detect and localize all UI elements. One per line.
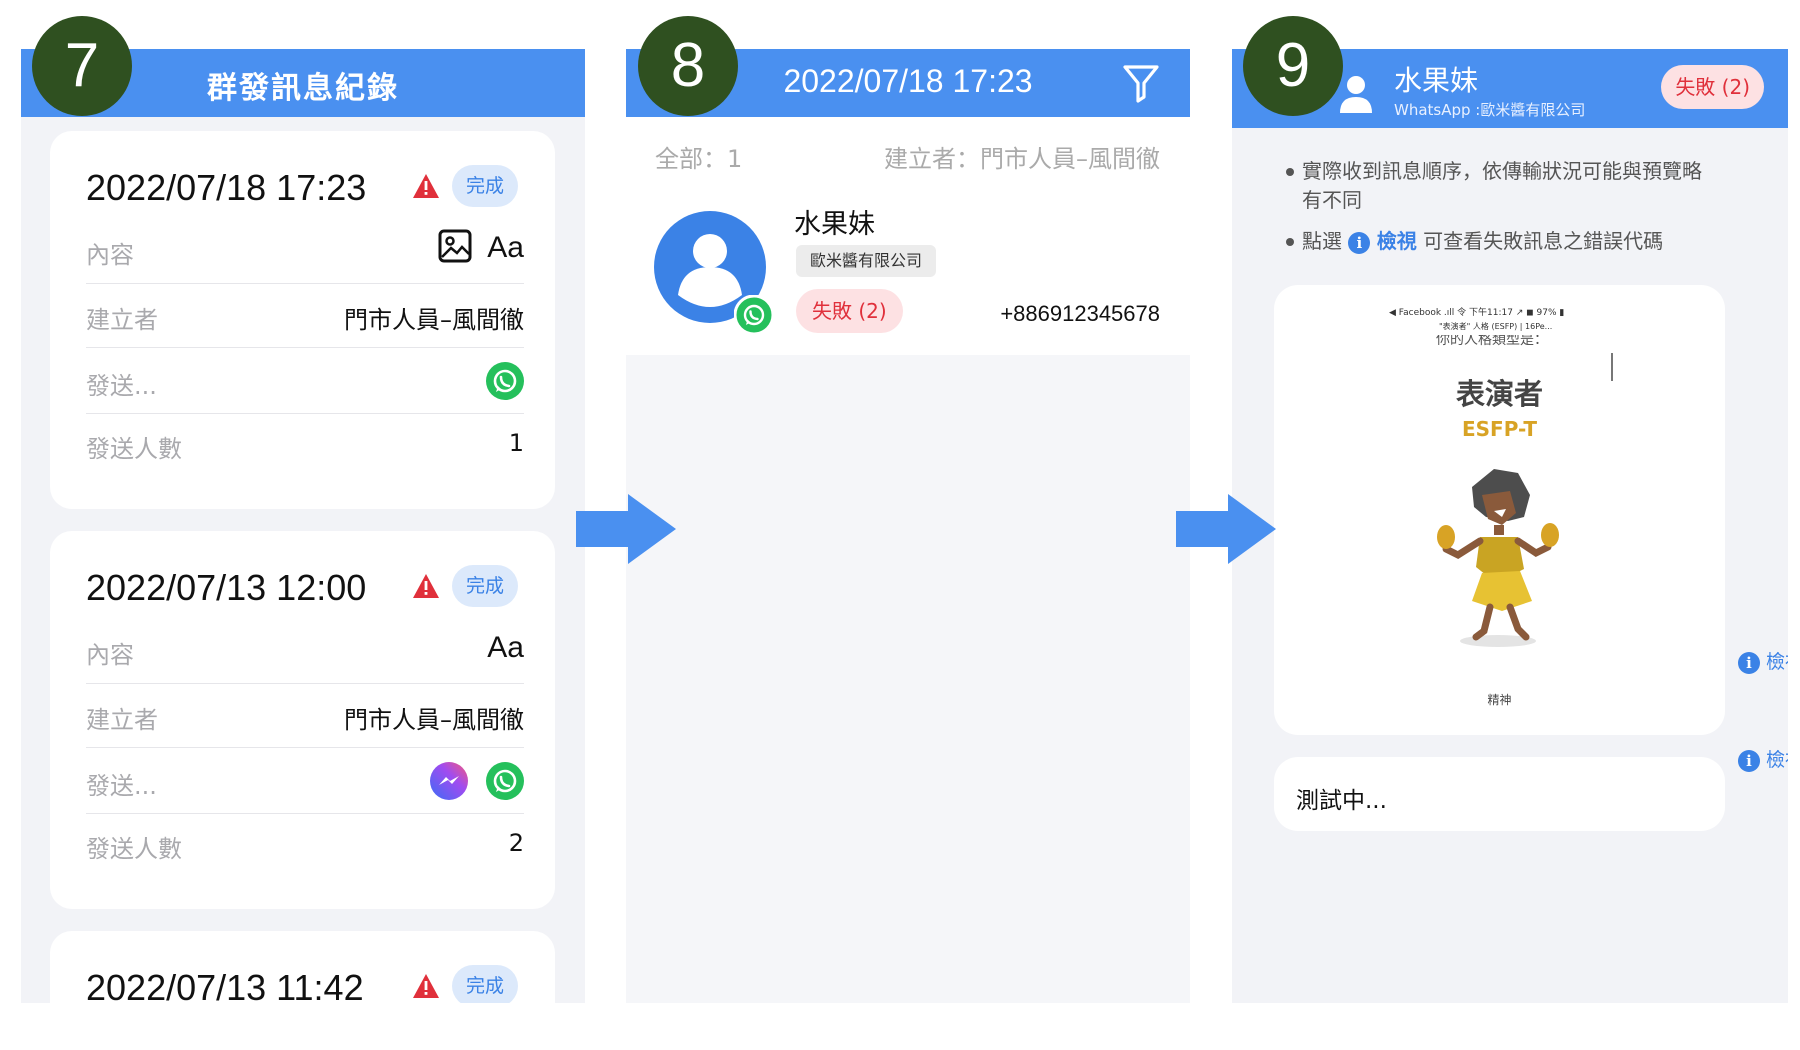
view-note-pre: 點選 <box>1302 229 1342 253</box>
total-count: 全部：1 <box>655 145 743 173</box>
image-message-bubble[interactable]: ◀ Facebook .ıll 令 下午11:17 ↗ ◼ 97% ▮ "表演者… <box>1274 285 1725 735</box>
screenshot-page-title: "表演者" 人格 (ESFP) | 16Pe... <box>1439 322 1553 331</box>
step-7-marker: 7 <box>32 16 132 116</box>
fail-badge[interactable]: 失敗 (2) <box>1661 65 1764 109</box>
broadcast-card[interactable]: 2022/07/13 12:00 完成 內容 Aa 建立者 門市人員–風間徹 發… <box>50 531 555 909</box>
creator-label: 建立者 <box>86 306 158 334</box>
recipients-label: 發送人數 <box>86 435 182 463</box>
bullet <box>1286 238 1294 246</box>
send-label: 發送... <box>86 772 157 800</box>
screenshot-cut-text: 你的人格類型是： <box>1436 335 1548 347</box>
broadcast-history-panel: 群發訊息紀錄 2022/07/18 17:23 完成 內容 Aa 建立者 門市人… <box>21 49 585 1003</box>
personality-code: ESFP-T <box>1461 417 1538 441</box>
status-badge: 完成 <box>452 565 518 607</box>
creator-row: 建立者 門市人員–風間徹 <box>86 683 524 748</box>
creator-value: 門市人員–風間徹 <box>344 306 524 334</box>
send-row: 發送... <box>86 347 524 414</box>
contact-name: 水果妹 <box>794 209 875 240</box>
whatsapp-icon <box>486 362 524 400</box>
card-date: 2022/07/18 17:23 <box>86 167 367 208</box>
creator-row: 建立者 門市人員–風間徹 <box>86 283 524 348</box>
contact-subtitle: WhatsApp :歐米醬有限公司 <box>1394 101 1586 119</box>
image-icon <box>438 229 472 263</box>
order-note-text: 實際收到訊息順序，依傳輸狀況可能與預覽略有不同 <box>1302 159 1702 212</box>
recipients-row: 發送人數 1 <box>86 413 524 475</box>
fail-badge[interactable]: 失敗 (2) <box>796 289 903 333</box>
text-icon: Aa <box>487 631 524 664</box>
whatsapp-icon <box>734 295 774 335</box>
content-label: 內容 <box>86 641 134 669</box>
content-row: 內容 Aa <box>86 219 524 284</box>
warning-icon <box>413 574 439 598</box>
broadcast-card[interactable]: 2022/07/13 11:42 完成 <box>50 931 555 1003</box>
broadcast-detail-panel: 2022/07/18 17:23 全部：1 建立者：門市人員–風間徹 水果妹 歐… <box>626 49 1190 1003</box>
view-link-label: 檢視 <box>1766 749 1788 771</box>
card-date: 2022/07/13 12:00 <box>86 567 367 608</box>
flow-arrow-icon <box>576 494 676 564</box>
view-note: 點選 i 檢視 可查看失敗訊息之錯誤代碼 <box>1286 227 1762 256</box>
messenger-icon <box>430 762 468 800</box>
step-8-marker: 8 <box>638 16 738 116</box>
creator-info: 建立者：門市人員–風間徹 <box>884 145 1160 173</box>
recipients-value: 2 <box>508 829 524 857</box>
contact-name: 水果妹 <box>1394 64 1479 97</box>
bullet <box>1286 168 1294 176</box>
status-badge: 完成 <box>452 965 518 1003</box>
screenshot-status-bar: ◀ Facebook .ıll 令 下午11:17 ↗ ◼ 97% ▮ <box>1389 308 1565 318</box>
content-label: 內容 <box>86 241 134 269</box>
message-text: 測試中... <box>1296 788 1387 814</box>
info-icon: i <box>1738 749 1760 772</box>
phone-number: +886912345678 <box>1000 301 1160 326</box>
performer-illustration <box>1437 469 1559 647</box>
whatsapp-icon <box>486 762 524 800</box>
recipients-label: 發送人數 <box>86 835 182 863</box>
view-error-link[interactable]: i 檢視 <box>1738 647 1788 674</box>
filter-icon[interactable] <box>1122 63 1160 103</box>
user-icon <box>1340 76 1372 113</box>
recipients-row: 發送人數 2 <box>86 813 524 875</box>
card-date: 2022/07/13 11:42 <box>86 967 364 1003</box>
info-icon: i <box>1348 231 1371 254</box>
message-preview-panel: 水果妹 WhatsApp :歐米醬有限公司 失敗 (2) 實際收到訊息順序，依傳… <box>1232 49 1788 1003</box>
screenshot-caption: 精神 <box>1487 693 1512 707</box>
text-message-bubble[interactable]: 測試中... <box>1274 757 1725 831</box>
text-icon: Aa <box>487 231 524 264</box>
info-icon: i <box>1738 651 1760 674</box>
status-badge: 完成 <box>452 165 518 207</box>
personality-title: 表演者 <box>1455 377 1543 411</box>
org-tag: 歐米醬有限公司 <box>796 245 937 277</box>
view-note-post: 可查看失敗訊息之錯誤代碼 <box>1423 229 1664 253</box>
send-label: 發送... <box>86 372 157 400</box>
recipients-value: 1 <box>508 429 524 457</box>
order-note: 實際收到訊息順序，依傳輸狀況可能與預覽略有不同 <box>1286 157 1702 215</box>
content-row: 內容 Aa <box>86 619 524 684</box>
step-9-marker: 9 <box>1243 16 1343 116</box>
warning-icon <box>413 174 439 198</box>
broadcast-card[interactable]: 2022/07/18 17:23 完成 內容 Aa 建立者 門市人員–風間徹 發… <box>50 131 555 509</box>
send-row: 發送... <box>86 747 524 814</box>
view-error-link[interactable]: i 檢視 <box>1738 745 1788 772</box>
flow-arrow-icon <box>1176 494 1276 564</box>
view-link-label: 檢視 <box>1766 651 1788 673</box>
view-link[interactable]: 檢視 <box>1377 229 1417 253</box>
creator-value: 門市人員–風間徹 <box>344 706 524 734</box>
creator-label: 建立者 <box>86 706 158 734</box>
warning-icon <box>413 974 439 998</box>
